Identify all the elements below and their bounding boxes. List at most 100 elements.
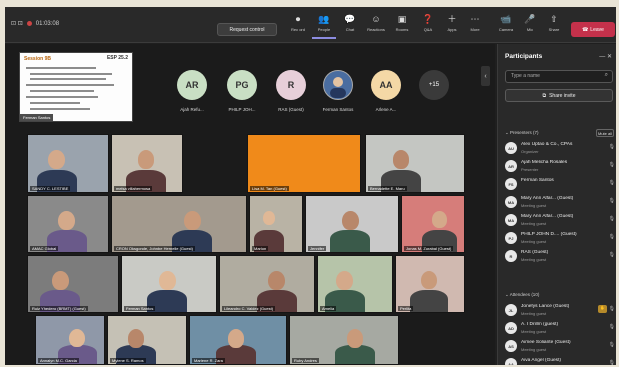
participant-avatar[interactable]: AR [177,70,207,100]
video-tile[interactable]: Ruiz Yhedero (BRMT) (Guest) [27,255,119,313]
participant-role: Meeting guest [521,203,547,208]
participant-row[interactable]: JL Jonefys Lance (Guest) Meeting guest 🎙 ✋ [505,302,615,318]
video-tile[interactable]: Marlene R. Zara [189,315,287,365]
video-tile[interactable]: Jonas M. Zurabal (Guest) [401,195,465,253]
participant-avatar[interactable]: PG [227,70,257,100]
participant-video-face [227,328,245,348]
chevron-down-icon: ⌄ [505,292,509,297]
mic-button[interactable]: 🎤 Mic [518,13,542,39]
share-button[interactable]: ⇧ Share [542,13,566,39]
participant-row[interactable]: AR Ajah Melicha Rosales Presenter 🎙 [505,158,615,174]
mic-icon[interactable]: 🎙 [609,198,615,204]
participant-row[interactable]: R RAS (Guest) Meeting guest 🎙 [505,248,615,264]
participant-row[interactable]: PJ PHILP JOHN D.... (Guest) Meeting guest 🎙 [505,230,615,246]
mute-all-button[interactable]: Mute all [596,129,614,137]
video-tile[interactable]: Jennifer [305,195,399,253]
collapse-chevron-icon[interactable]: ‹ [481,66,490,86]
minimize-icon[interactable]: — [599,54,605,60]
video-tile[interactable]: Ferman Santos [121,255,217,313]
participants-panel: Participants — ✕ Type a name ⌕ ⧉ Share i… [497,44,616,365]
participant-video-face [51,270,69,290]
mic-icon[interactable]: 🎙 [609,252,615,258]
participant-avatar-photo[interactable] [323,70,353,100]
shared-screen-presenter: Ferman Santos [20,114,54,121]
rooms-button[interactable]: ▣ Rooms [390,13,414,39]
reactions-button[interactable]: ☺ Reactions [364,13,388,39]
mic-icon[interactable]: 🎙 [609,162,615,168]
apps-button[interactable]: ＋ Apps [440,13,464,39]
participant-row[interactable]: AS Aimee Soliante (Guest) Meeting guest 🎙 [505,338,615,354]
video-tile[interactable]: Perlita [395,255,465,313]
video-tile-name: Mylene S. Ramos [110,358,146,363]
video-tile[interactable]: SANDY C. LESTIBE [27,134,109,193]
participant-avatar: AU [505,142,517,154]
participant-avatar: AR [505,160,517,172]
participant-avatar[interactable]: AA [371,70,401,100]
video-tile[interactable]: Amelia [317,255,393,313]
people-button[interactable]: 👥 People [312,13,336,39]
leave-button[interactable]: ☎ Leave [571,22,615,37]
video-tile[interactable]: AMAC Global [27,195,109,253]
video-tile[interactable]: Lileandro C. Valdez (Guest) [219,255,315,313]
shared-screen[interactable]: Session 9B ESP 25.2 Ferman Santos [19,52,133,122]
participant-video-body [409,289,449,312]
video-tile[interactable]: melsa villahermosa [111,134,183,193]
participant-avatar[interactable]: R [276,70,306,100]
more-button[interactable]: ⋯ More [463,13,487,39]
avatar-name: Arlene A... [375,107,397,112]
participant-name: Mary Ann Alfar... (Guest) [521,214,574,219]
video-tile[interactable]: Mylene S. Ramos [107,315,187,365]
participant-row[interactable]: MA Mary Ann Alfar... (Guest) Meeting guest… [505,194,615,210]
mic-icon[interactable]: 🎙 [609,360,615,365]
slide-text-line [30,73,112,75]
more-participants-badge[interactable]: +15 [419,70,449,100]
qa-button[interactable]: ❓ Q&A [416,13,440,39]
participant-avatar: AA [505,358,517,365]
participant-video-face [268,270,286,290]
video-tile[interactable]: Ruby Andres [289,315,399,365]
panel-header-actions: — ✕ [599,53,612,60]
participant-name: Mary Ann Alfar... (Guest) [521,196,574,201]
video-tile[interactable]: Bernadette E. Maru [365,134,465,193]
participant-row[interactable]: AU Alex Uptao & Co., CPAs Organizer 🎙 [505,140,615,156]
attendees-section-header[interactable]: ⌄ Attendees (10) [505,292,539,298]
video-tile-name: Bernadette E. Maru [368,186,407,191]
slide-text-line [30,102,80,104]
participant-video-face [341,210,359,230]
record-button[interactable]: ⏺ Rec ord [286,13,310,39]
avatar-name: Ferman Santos [322,107,354,112]
chat-icon: 💬 [344,14,356,24]
participant-avatar: AD [505,322,517,334]
participant-row[interactable]: FS Ferman Santos 🎙 [505,176,615,192]
mic-icon[interactable]: 🎙 [609,234,615,240]
participant-row[interactable]: AD A. I Drillm (guest) Meeting guest 🎙 [505,320,615,336]
share-invite-button[interactable]: ⧉ Share invite [505,89,613,102]
participant-role: Presenter [521,167,539,172]
close-icon[interactable]: ✕ [607,54,612,60]
mic-icon[interactable]: 🎙 [609,144,615,150]
mic-icon[interactable]: 🎙 [609,306,615,312]
slide-text-line [26,96,98,98]
video-tile[interactable]: Annalyn M.C. Garcia [35,315,105,365]
window-controls-icon[interactable]: ⊡ ⊡ [11,20,23,27]
presenters-section-header[interactable]: ⌄ Presenters (7) [505,130,539,136]
video-tile[interactable]: CRON Oksgonde, Johnbe Hernelle (Guest) [111,195,247,253]
video-tile[interactable]: Marlon [249,195,303,253]
chat-button[interactable]: 💬 Chat [338,13,362,39]
participant-row[interactable]: AAAiva Angel (Guest)Meeting guest🎙 [505,356,615,365]
participant-name: Aimee Soliante (Guest) [521,340,571,345]
participant-search-input[interactable]: Type a name ⌕ [505,70,613,83]
participant-name: Aiva Angel (Guest) [521,358,561,363]
mic-icon[interactable]: 🎙 [609,342,615,348]
video-tile-name: Perlita [398,306,414,311]
mic-icon[interactable]: 🎙 [609,180,615,186]
request-control-button[interactable]: Request control [217,23,277,36]
camera-button[interactable]: 📹 Camera [494,13,518,39]
participant-role: Meeting guest [521,239,547,244]
mic-icon[interactable]: 🎙 [609,324,615,330]
video-tile[interactable]: Lisa M. Tan (Guest) [247,134,361,193]
shared-screen-logo: ESP 25.2 [106,55,128,61]
participant-row[interactable]: MA Mary Ann Alfar... (Guest) Meeting guest… [505,212,615,228]
participant-name: Ferman Santos [521,178,554,183]
mic-icon[interactable]: 🎙 [609,216,615,222]
